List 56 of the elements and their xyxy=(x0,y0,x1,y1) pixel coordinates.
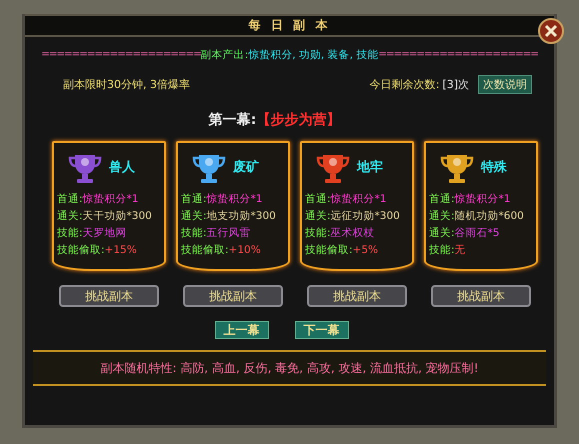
reward-label: 技能偷取: xyxy=(57,243,105,258)
dungeon-name: 地牢 xyxy=(357,158,383,176)
previous-act-button[interactable]: 上一幕 xyxy=(214,321,268,339)
reward-value: +5% xyxy=(352,243,378,258)
challenge-button[interactable]: 挑战副本 xyxy=(307,285,407,307)
reward-label: 首通: xyxy=(429,192,455,207)
reward-label: 通关: xyxy=(429,209,455,224)
reward-value: 巫术权杖 xyxy=(330,226,375,241)
act-name: 【步步为营】 xyxy=(256,111,340,129)
output-items: 惊蛰积分, 功勋, 装备, 技能 xyxy=(248,48,378,62)
divider-rule: ===================== xyxy=(41,48,201,62)
divider-rule: ===================== xyxy=(378,48,538,62)
dungeon-name: 特殊 xyxy=(481,159,507,176)
reward-value: 惊蛰积分*1 xyxy=(330,192,386,207)
challenge-button[interactable]: 挑战副本 xyxy=(59,285,159,307)
reward-label: 技能: xyxy=(305,226,331,241)
window-title: 每 日 副 本 xyxy=(248,17,330,34)
reward-label: 技能偷取: xyxy=(181,243,229,258)
reward-label: 技能: xyxy=(57,226,83,241)
output-label: 副本产出: xyxy=(200,48,248,62)
reward-value: 惊蛰积分*1 xyxy=(82,192,138,207)
reward-label: 通关: xyxy=(305,209,331,224)
challenge-button[interactable]: 挑战副本 xyxy=(431,285,531,307)
reward-value: 天干功勋*300 xyxy=(82,209,152,224)
reward-value: 远征功勋*300 xyxy=(330,209,400,224)
reward-label: 首通: xyxy=(181,192,207,207)
reward-value: 惊蛰积分*1 xyxy=(206,192,262,207)
reward-value: 地支功勋*300 xyxy=(206,209,276,224)
reward-value: 天罗地网 xyxy=(82,226,127,241)
reward-label: 通关: xyxy=(181,209,207,224)
reward-value: +15% xyxy=(104,243,137,258)
dungeon-name: 废矿 xyxy=(233,158,259,176)
remaining-count: [3]次 xyxy=(442,77,469,92)
reward-label: 首通: xyxy=(305,192,331,207)
act-label: 第一幕: xyxy=(208,111,256,129)
help-button[interactable]: 次数说明 xyxy=(478,75,532,94)
dungeon-name: 兽人 xyxy=(109,159,135,176)
reward-label: 通关: xyxy=(57,209,83,224)
reward-value: +10% xyxy=(228,243,261,258)
reward-value: 五行风雷 xyxy=(206,226,251,241)
reward-label: 技能: xyxy=(429,243,455,258)
challenge-button[interactable]: 挑战副本 xyxy=(183,285,283,307)
remaining-label: 今日剩余次数: xyxy=(370,77,440,92)
reward-value: 惊蛰积分*1 xyxy=(454,192,510,207)
next-act-button[interactable]: 下一幕 xyxy=(294,321,348,339)
close-button[interactable] xyxy=(538,18,564,44)
time-limit-text: 副本限时30分钟, 3倍爆率 xyxy=(63,77,190,92)
traits-text: 副本随机特性: 高防, 高血, 反伤, 毒免, 高攻, 攻速, 流血抵抗, 宠物压制! xyxy=(100,360,479,376)
reward-value: 随机功勋*600 xyxy=(454,209,524,224)
reward-value: 无 xyxy=(454,243,466,258)
reward-value: 谷雨石*5 xyxy=(454,226,500,241)
reward-label: 技能偷取: xyxy=(305,243,353,258)
reward-label: 技能: xyxy=(181,226,207,241)
close-icon xyxy=(544,24,558,38)
reward-label: 首通: xyxy=(57,192,83,207)
reward-label: 通关: xyxy=(429,226,455,241)
